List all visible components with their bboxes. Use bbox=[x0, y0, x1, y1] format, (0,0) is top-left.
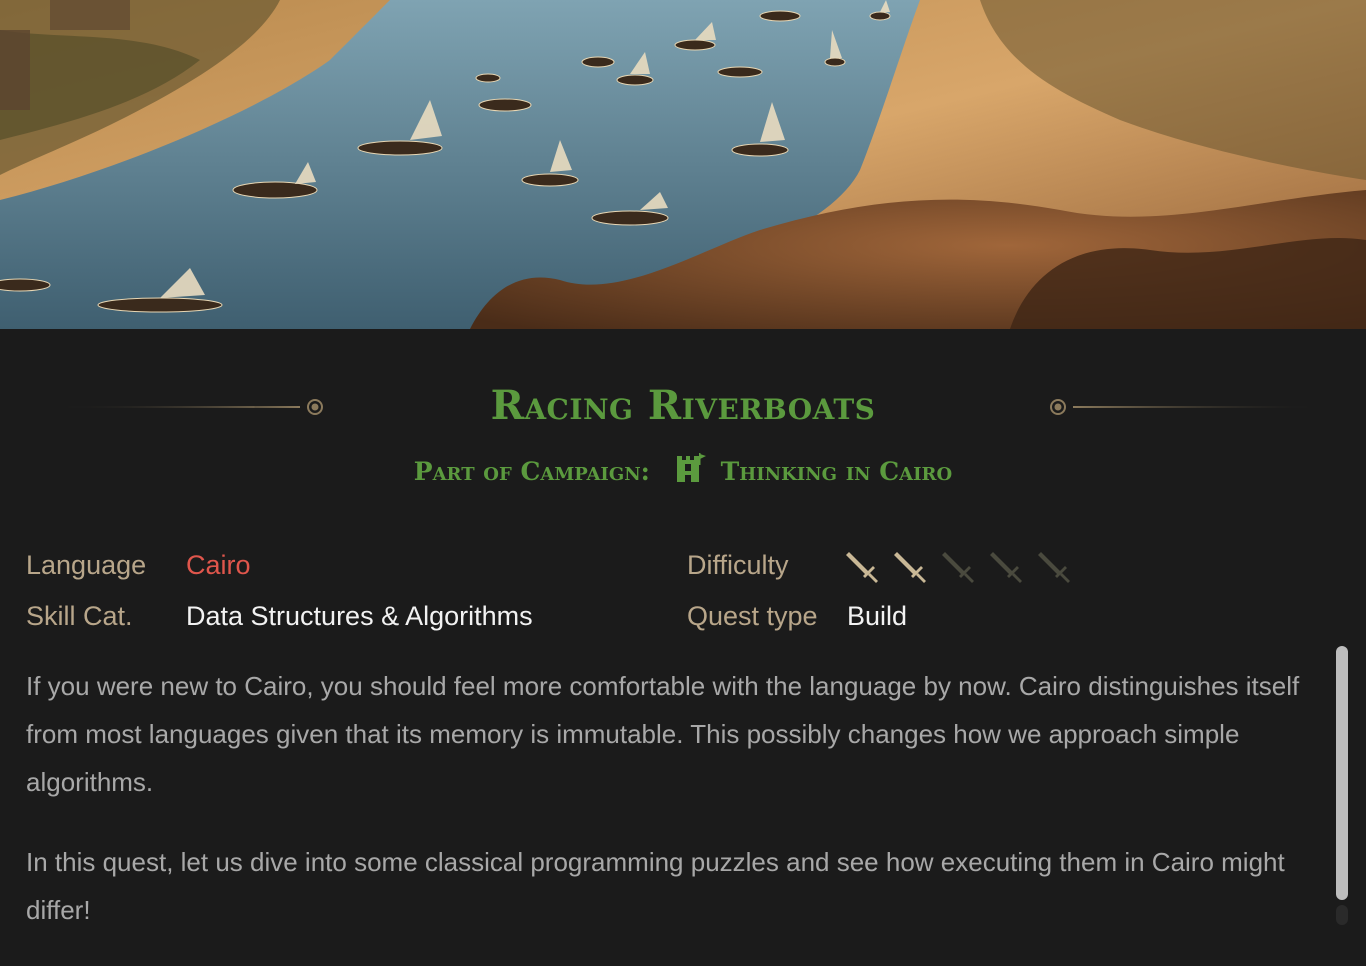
sword-icon bbox=[990, 552, 1022, 583]
description-paragraph-2: In this quest, let us dive into some cla… bbox=[26, 847, 1285, 925]
difficulty-label: Difficulty bbox=[687, 550, 789, 580]
quest-type-label: Quest type bbox=[687, 601, 818, 631]
campaign-prefix: Part of Campaign: bbox=[413, 457, 650, 486]
sword-icon bbox=[1038, 552, 1070, 583]
campaign-name: Thinking in Cairo bbox=[720, 457, 953, 486]
scrollbar-track[interactable] bbox=[1336, 905, 1348, 925]
description-paragraph-1: If you were new to Cairo, you should fee… bbox=[26, 671, 1300, 797]
campaign-line: Part of Campaign: Thinking in Cairo bbox=[0, 452, 1366, 492]
sword-icon bbox=[942, 552, 974, 583]
language-label: Language bbox=[26, 550, 147, 580]
castle-icon bbox=[676, 453, 706, 482]
scrollbar-thumb[interactable] bbox=[1336, 646, 1348, 900]
quest-description: If you were new to Cairo, you should fee… bbox=[26, 662, 1316, 966]
sword-icon bbox=[846, 552, 878, 583]
quest-type-value: Build bbox=[847, 601, 908, 631]
difficulty-rating bbox=[845, 548, 1085, 584]
sword-icon bbox=[894, 552, 926, 583]
divider-ornament-right-icon bbox=[1050, 399, 1318, 415]
skill-category-value: Data Structures & Algorithms bbox=[186, 601, 533, 631]
quest-title-row: Racing Riverboats bbox=[0, 380, 1366, 434]
skill-category-label: Skill Cat. bbox=[26, 601, 133, 631]
quest-hero-image bbox=[0, 0, 1366, 329]
language-value: Cairo bbox=[186, 550, 251, 580]
campaign-link[interactable]: Thinking in Cairo bbox=[673, 453, 953, 486]
